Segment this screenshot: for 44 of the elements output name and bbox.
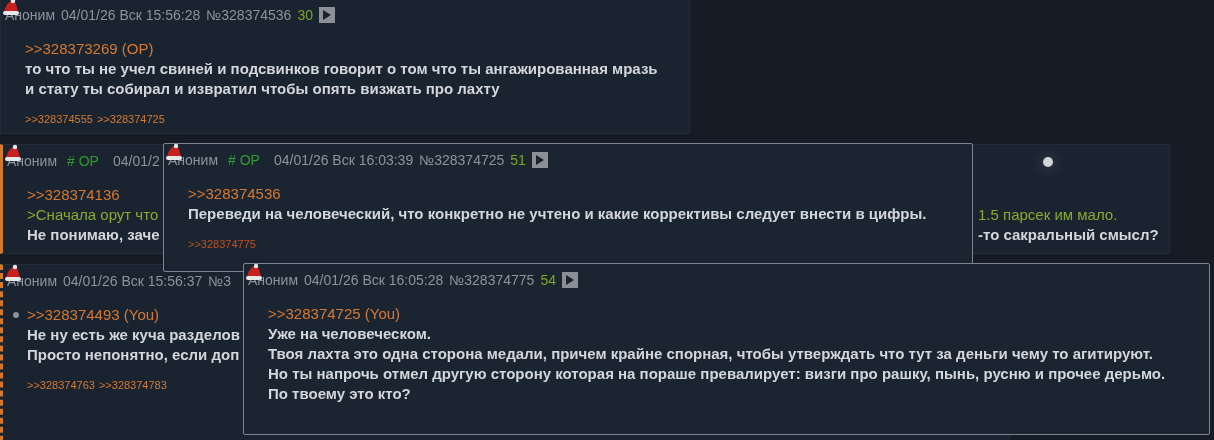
post-number[interactable]: №328374536 — [206, 7, 292, 23]
post-count: 54 — [540, 272, 556, 288]
play-button[interactable] — [531, 152, 548, 168]
post-text: Не ну есть же куча разделов — [27, 326, 240, 343]
post-text: Но ты напрочь отмел другую сторону которая на пораше превалирует: визги про рашку, пынь, русню и прочее дерьмо. — [268, 365, 1166, 382]
post-count: 51 — [510, 152, 526, 168]
post-text: -то сакральный смысл? — [978, 225, 1159, 245]
reply-link[interactable]: >>328374775 — [188, 238, 256, 250]
tripcode: # OP — [228, 152, 260, 168]
reply-link[interactable]: >>328374783 — [98, 379, 167, 391]
post-date: 04/01/26 Вск 15:56:28 — [61, 7, 201, 23]
reply-link[interactable]: >>328374725 — [96, 113, 165, 125]
quote-link[interactable]: >>328374493 (You) — [27, 305, 160, 325]
post-date: 04/01/26 Вск 16:05:28 — [304, 272, 444, 288]
play-button[interactable] — [318, 7, 335, 23]
post-date: 04/01/26 Вск 16:03:39 — [273, 152, 414, 168]
post-text: Переведи на человеческий, что конкретно не учтено и какие коррективы следует внести в цифры. — [188, 205, 927, 222]
post-text: Уже на человеческом. — [268, 325, 431, 342]
post-text: и стату ты собирал и извратил чтобы опять визжать про лахту — [25, 80, 500, 97]
quote-link[interactable]: >>328374536 — [188, 184, 281, 204]
post-number[interactable]: №328374775 — [449, 272, 535, 288]
tripcode: # OP — [67, 153, 99, 169]
post-text: Твоя лахта это одна сторона медали, причем крайне спорная, чтобы утверждать что тут за деньги чему то агитируют. — [268, 345, 1153, 362]
play-icon — [535, 155, 544, 165]
post-number[interactable]: №3 — [208, 273, 232, 289]
post-text: то что ты не учел свиней и подсвинков говорит о том что ты ангажированная мразь — [25, 60, 658, 77]
post-text: Просто непонятно, если доп — [27, 346, 240, 363]
post-date: 04/01/26 Вск 15:56:37 — [63, 273, 203, 289]
post-date: 04/01/2 — [112, 153, 160, 169]
quote-link[interactable]: >>328373269 (OP) — [25, 39, 154, 59]
quote-text: 1.5 парсек им мало. — [978, 205, 1118, 225]
play-button[interactable] — [561, 272, 578, 288]
play-icon — [565, 275, 574, 285]
quote-link[interactable]: >>328374725 (You) — [268, 304, 401, 324]
quote-text: >Сначала орут что — [27, 206, 159, 223]
snowflake-icon — [1043, 157, 1053, 167]
post-number[interactable]: №328374725 — [419, 152, 505, 168]
quote-link[interactable]: >>328374136 — [27, 185, 120, 205]
post-text: По твоему это кто? — [268, 385, 411, 402]
post-count: 30 — [297, 7, 313, 23]
post-text: Не понимаю, заче — [27, 226, 160, 243]
reply-link[interactable]: >>328374763 — [27, 379, 95, 391]
play-icon — [322, 10, 331, 20]
reply-link[interactable]: >>328374555 — [25, 113, 93, 125]
